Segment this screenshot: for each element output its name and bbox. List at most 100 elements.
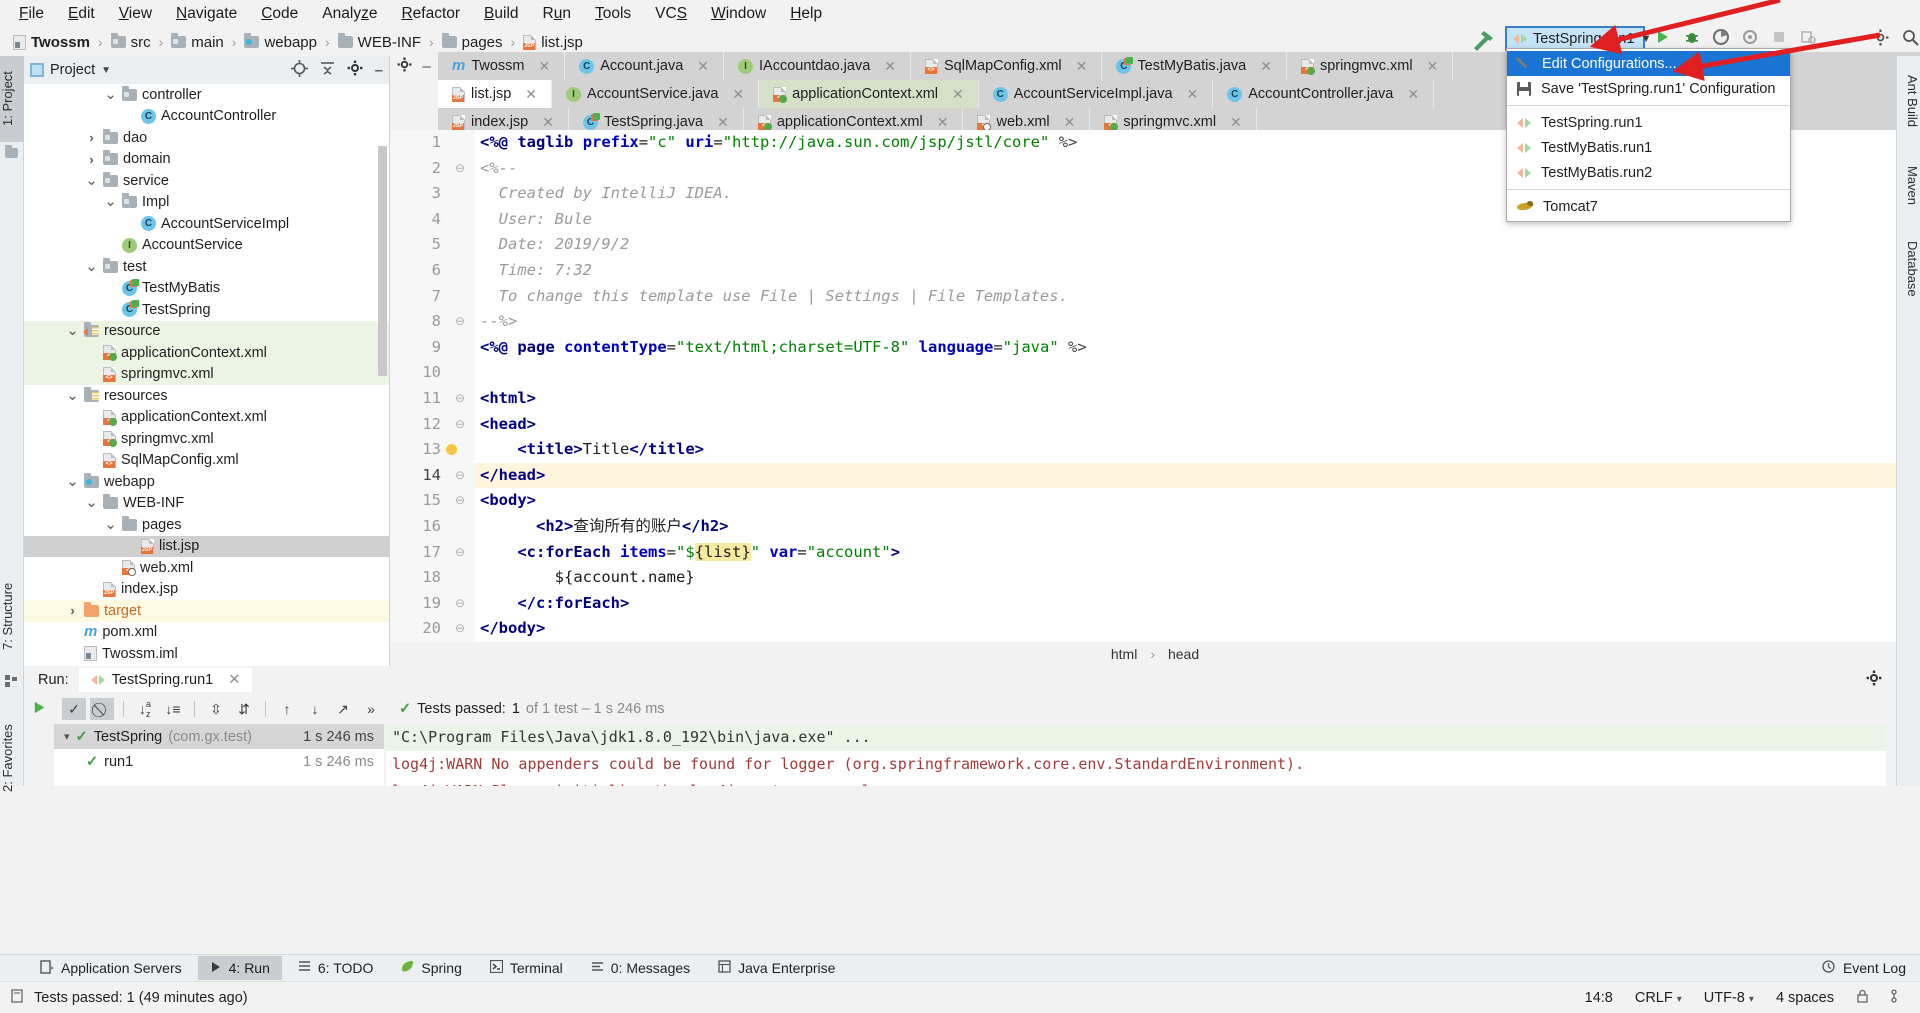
- editor-gutter[interactable]: 12⊖345678⊖91011⊖12⊖1314⊖15⊖1617⊖1819⊖20⊖: [390, 130, 475, 642]
- chevron-down-icon[interactable]: ▼: [1641, 33, 1652, 45]
- close-icon[interactable]: ✕: [884, 58, 896, 75]
- chevron-down-icon[interactable]: ⌄: [104, 521, 117, 529]
- menu-item-refactor[interactable]: Refactor: [390, 2, 471, 26]
- code-line-11[interactable]: <html>: [475, 386, 1920, 412]
- hide-ignored-toggle[interactable]: ⃠: [90, 698, 114, 720]
- menu-item-testspring-run1[interactable]: TestSpring.run1: [1507, 110, 1790, 135]
- attach-button[interactable]: [1800, 29, 1816, 49]
- tree-node-resource[interactable]: ⌄resource: [24, 321, 389, 343]
- close-icon[interactable]: ✕: [1230, 114, 1242, 131]
- code-line-17[interactable]: <c:forEach items="${list}" var="account"…: [475, 540, 1920, 566]
- menu-item-testmybatis-run1[interactable]: TestMyBatis.run1: [1507, 135, 1790, 160]
- tree-node-impl[interactable]: ⌄Impl: [24, 192, 389, 214]
- sort-by-duration-button[interactable]: ↓≡: [161, 698, 185, 720]
- menu-item-build[interactable]: Build: [473, 2, 529, 26]
- tree-node-dao[interactable]: ›dao: [24, 127, 389, 149]
- editor-breadcrumb-head[interactable]: head: [1168, 646, 1199, 662]
- profile-button[interactable]: [1742, 29, 1758, 49]
- editor-tab-applicationcontext-xml-1[interactable]: < applicationContext.xml ✕: [759, 80, 979, 108]
- hide-panel-icon[interactable]: –: [422, 58, 430, 75]
- menu-item-file[interactable]: File: [8, 2, 55, 26]
- breadcrumb-item-twossm[interactable]: Twossm: [10, 32, 93, 53]
- gear-icon[interactable]: [1866, 670, 1882, 690]
- sort-alphabetically-button[interactable]: ↓az: [133, 698, 157, 720]
- close-icon[interactable]: ✕: [717, 114, 729, 131]
- indent-setting[interactable]: 4 spaces: [1776, 990, 1834, 1006]
- chevron-down-icon[interactable]: ⌄: [66, 392, 79, 400]
- tree-node-testspring[interactable]: CTestSpring: [24, 299, 389, 321]
- breadcrumb-item-webinf[interactable]: WEB-INF: [335, 32, 424, 53]
- chevron-down-icon[interactable]: ⌄: [104, 91, 117, 99]
- editor-tab-twossm[interactable]: m Twossm ✕: [438, 52, 565, 80]
- tree-node-springmvc-xml[interactable]: <springmvc.xml: [24, 428, 389, 450]
- menu-item-analyze[interactable]: Analyze: [311, 2, 388, 26]
- show-passed-toggle[interactable]: ✓: [62, 698, 86, 720]
- code-fold-marker-2[interactable]: ⊖: [455, 156, 465, 182]
- test-tree-row-testspring[interactable]: ▾ ✓ TestSpring (com.gx.test) 1 s 246 ms: [54, 724, 384, 749]
- bottom-item-terminal[interactable]: Terminal: [478, 956, 575, 980]
- tree-node-applicationcontext-xml[interactable]: <applicationContext.xml: [24, 342, 389, 364]
- menu-item-vcs[interactable]: VCS: [644, 2, 698, 26]
- code-line-7[interactable]: To change this template use File | Setti…: [475, 284, 1920, 310]
- tool-window-tab-maven[interactable]: Maven: [1896, 152, 1920, 220]
- code-line-13[interactable]: <title>Title</title>: [475, 437, 1920, 463]
- tree-node-applicationcontext-xml[interactable]: <applicationContext.xml: [24, 407, 389, 429]
- tree-node-twossm-iml[interactable]: Twossm.iml: [24, 643, 389, 665]
- menu-item-edit-configurations[interactable]: Edit Configurations...: [1507, 51, 1790, 76]
- chevron-right-icon[interactable]: ›: [66, 603, 79, 618]
- editor-tab-list-jsp[interactable]: JSP list.jsp ✕: [438, 80, 552, 108]
- project-tree[interactable]: ⌄controllerCAccountController›dao›domain…: [24, 84, 389, 673]
- menu-item-navigate[interactable]: Navigate: [165, 2, 248, 26]
- editor-breadcrumb-html[interactable]: html: [1111, 646, 1137, 662]
- editor-tab-iaccountdao-java[interactable]: I IAccountdao.java ✕: [724, 52, 911, 80]
- tree-node-accountcontroller[interactable]: CAccountController: [24, 106, 389, 128]
- menu-item-save-configuration[interactable]: Save 'TestSpring.run1' Configuration: [1507, 76, 1790, 101]
- tree-node-webapp[interactable]: ⌄webapp: [24, 471, 389, 493]
- tree-node-list-jsp[interactable]: JSPlist.jsp: [24, 536, 389, 558]
- close-icon[interactable]: ✕: [952, 86, 964, 103]
- menu-item-view[interactable]: View: [108, 2, 163, 26]
- prev-occurrence-button[interactable]: ↑: [275, 698, 299, 720]
- export-button[interactable]: ↗: [331, 698, 355, 720]
- code-line-19[interactable]: </c:forEach>: [475, 591, 1920, 617]
- tool-window-tab-structure[interactable]: 7: Structure: [0, 566, 24, 666]
- test-results-tree[interactable]: ▾ ✓ TestSpring (com.gx.test) 1 s 246 ms …: [54, 724, 384, 786]
- chevron-down-icon[interactable]: ⌄: [104, 198, 117, 206]
- collapse-all-button[interactable]: ⇵: [232, 698, 256, 720]
- run-with-coverage-button[interactable]: [1713, 29, 1729, 49]
- tool-window-tab-project[interactable]: 1: Project: [0, 56, 24, 142]
- menu-item-code[interactable]: Code: [250, 2, 309, 26]
- code-line-6[interactable]: Time: 7:32: [475, 258, 1920, 284]
- code-line-14[interactable]: </head>: [475, 463, 1920, 489]
- rerun-button[interactable]: [32, 700, 47, 786]
- tree-node-index-jsp[interactable]: JSPindex.jsp: [24, 579, 389, 601]
- close-icon[interactable]: ✕: [937, 114, 949, 131]
- tree-node-accountservice[interactable]: IAccountService: [24, 235, 389, 257]
- code-line-10[interactable]: [475, 360, 1920, 386]
- debug-button[interactable]: [1684, 29, 1700, 49]
- menu-item-run[interactable]: Run: [532, 2, 582, 26]
- code-line-12[interactable]: <head>: [475, 412, 1920, 438]
- vcs-branch-icon[interactable]: [1891, 989, 1904, 1007]
- chevron-down-icon[interactable]: ▼: [101, 65, 111, 76]
- run-session-tab[interactable]: TestSpring.run1 ✕: [79, 668, 253, 692]
- bottom-item-run[interactable]: 4: Run: [198, 956, 282, 980]
- encoding-selector[interactable]: UTF-8 ▾: [1704, 990, 1754, 1006]
- chevron-down-icon[interactable]: ⌄: [85, 263, 98, 271]
- chevron-down-icon[interactable]: ▾: [64, 730, 70, 743]
- tree-node-web-inf[interactable]: ⌄WEB-INF: [24, 493, 389, 515]
- code-fold-marker-14[interactable]: ⊖: [455, 463, 465, 489]
- code-fold-marker-17[interactable]: ⊖: [455, 540, 465, 566]
- gear-icon[interactable]: [347, 60, 363, 80]
- build-hammer-icon[interactable]: [1470, 28, 1496, 56]
- event-log-area[interactable]: Event Log: [1822, 960, 1920, 976]
- tree-node-service[interactable]: ⌄service: [24, 170, 389, 192]
- code-fold-marker-12[interactable]: ⊖: [455, 412, 465, 438]
- breadcrumb-item-src[interactable]: src: [108, 32, 154, 53]
- test-tree-row-run1[interactable]: ✓ run1 1 s 246 ms: [54, 749, 384, 774]
- bottom-item-messages[interactable]: 0: Messages: [579, 956, 702, 980]
- tree-node-domain[interactable]: ›domain: [24, 149, 389, 171]
- close-icon[interactable]: ✕: [697, 58, 709, 75]
- close-icon[interactable]: ✕: [1260, 58, 1272, 75]
- next-occurrence-button[interactable]: ↓: [303, 698, 327, 720]
